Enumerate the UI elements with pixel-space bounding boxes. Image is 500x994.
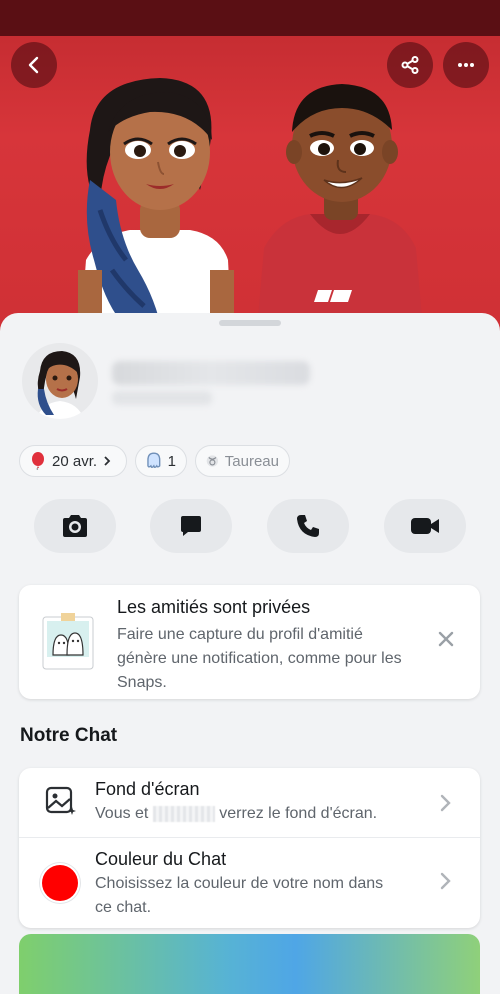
- wallpaper-icon: [45, 786, 76, 815]
- chat-color-subtitle: Choisissez la couleur de votre nom dans …: [95, 875, 384, 916]
- wallpaper-sub-suffix: verrez le fond d'écran.: [219, 805, 378, 822]
- phone-icon: [297, 515, 319, 537]
- chevron-right-icon: [440, 872, 451, 890]
- privacy-notice-card: Les amitiés sont privées Faire une captu…: [19, 585, 480, 699]
- avatar[interactable]: [22, 343, 98, 419]
- bitmoji-hero: [0, 0, 500, 340]
- balloon-icon: [32, 452, 44, 470]
- video-call-button[interactable]: [384, 499, 466, 553]
- more-button[interactable]: [443, 42, 489, 88]
- chat-icon: [181, 516, 201, 536]
- chat-options-card: Fond d'écran Vous et verrez le fond d'éc…: [19, 768, 480, 928]
- bitmoji-avatar-small-icon: [36, 351, 84, 419]
- zodiac-label: Taureau: [224, 452, 279, 470]
- camera-button[interactable]: [34, 499, 116, 553]
- friendship-snapshot-icon: [42, 613, 94, 670]
- camera-icon: [63, 515, 87, 537]
- chevron-left-icon: [28, 56, 39, 74]
- chevron-right-icon: [440, 794, 451, 812]
- privacy-title: Les amitiés sont privées: [117, 597, 311, 617]
- bitmoji-avatar-friend: [78, 78, 234, 340]
- status-bar-area: [0, 0, 500, 36]
- snapstreak-count: 1: [167, 452, 176, 470]
- video-icon: [411, 518, 439, 534]
- blurred-friend-name: [152, 805, 215, 822]
- wallpaper-row[interactable]: Fond d'écran Vous et verrez le fond d'éc…: [19, 768, 480, 837]
- chat-color-title: Couleur du Chat: [95, 849, 227, 869]
- wallpaper-sub-prefix: Vous et: [95, 805, 149, 822]
- privacy-body: Faire une capture du profil d'amitié gén…: [117, 626, 402, 691]
- chat-button[interactable]: [150, 499, 232, 553]
- share-button[interactable]: [387, 42, 433, 88]
- friendship-profile-sheet: 20 avr. 1 Taureau Les amitiés sont privé…: [0, 313, 500, 994]
- bitmoji-avatar-user: [256, 84, 424, 340]
- wallpaper-title: Fond d'écran: [95, 779, 200, 799]
- blurred-display-name: [112, 361, 310, 385]
- wallpaper-subtitle: Vous et verrez le fond d'écran.: [95, 802, 377, 826]
- chat-color-row[interactable]: Couleur du Chat Choisissez la couleur de…: [19, 838, 480, 928]
- close-icon[interactable]: [434, 627, 458, 651]
- snapstreak-chip[interactable]: 1: [135, 445, 187, 477]
- birthday-chip[interactable]: 20 avr.: [19, 445, 127, 477]
- birthday-label: 20 avr.: [52, 452, 98, 470]
- blurred-username: [112, 391, 212, 405]
- ghost-icon: [147, 452, 161, 469]
- zodiac-chip[interactable]: Taureau: [195, 445, 290, 477]
- sheet-grabber[interactable]: [219, 320, 281, 326]
- chat-color-swatch: [42, 865, 78, 901]
- more-horizontal-icon: [458, 63, 474, 67]
- share-icon: [401, 56, 419, 74]
- chat-section-title: Notre Chat: [20, 725, 118, 746]
- zodiac-taurus-icon: [206, 455, 219, 467]
- chevron-right-icon: [104, 456, 111, 466]
- back-button[interactable]: [11, 42, 57, 88]
- map-preview-card[interactable]: [19, 934, 480, 994]
- call-button[interactable]: [267, 499, 349, 553]
